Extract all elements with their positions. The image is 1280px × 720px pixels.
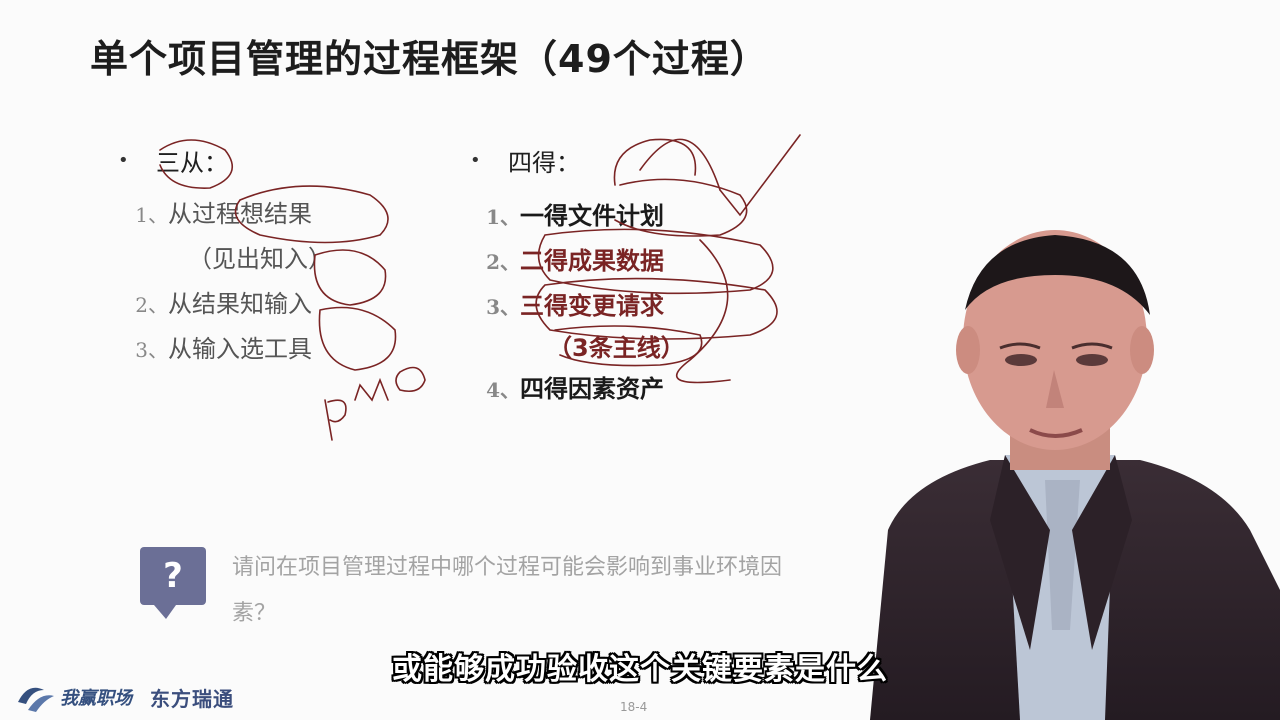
footer-logos: 我赢职场 东方瑞通 [14, 680, 234, 714]
four-outcomes-heading: • 四得： [470, 148, 580, 177]
list-item: （3条主线） [548, 334, 685, 362]
brand-logo-2: 东方瑞通 [150, 686, 234, 711]
list-item: 3、从输入选工具 [135, 335, 312, 363]
list-item: 3、三得变更请求 [486, 292, 664, 320]
list-item: 1、一得文件计划 [486, 202, 664, 230]
three-principles-heading: • 三从： [118, 148, 228, 177]
list-item: 2、二得成果数据 [486, 247, 664, 275]
list-item: （见出知入） [188, 245, 332, 273]
list-item: 4、四得因素资产 [486, 375, 664, 403]
brand-logo-icon [18, 687, 54, 712]
question-box: ? 请问在项目管理过程中哪个过程可能会影响到事业环境因素？ [140, 545, 782, 635]
brand-logo-1: 我赢职场 [60, 688, 132, 709]
question-icon: ? [140, 547, 206, 619]
slide-title: 单个项目管理的过程框架（49个过程） [90, 37, 769, 81]
three-principles-column: • 三从： 1、从过程想结果 （见出知入） 2、从结果知输入 3、从输入选工具 [118, 140, 448, 372]
list-item: 2、从结果知输入 [135, 290, 312, 318]
question-text: 请问在项目管理过程中哪个过程可能会影响到事业环境因素？ [232, 555, 783, 626]
list-item: 1、从过程想结果 [135, 200, 312, 228]
four-outcomes-column: • 四得： 1、一得文件计划 2、二得成果数据 3、三得变更请求 （3条主线） … [470, 140, 790, 412]
bullet-dot-icon: • [118, 149, 129, 171]
page-number: 18-4 [620, 700, 648, 714]
bullet-dot-icon: • [470, 149, 481, 171]
